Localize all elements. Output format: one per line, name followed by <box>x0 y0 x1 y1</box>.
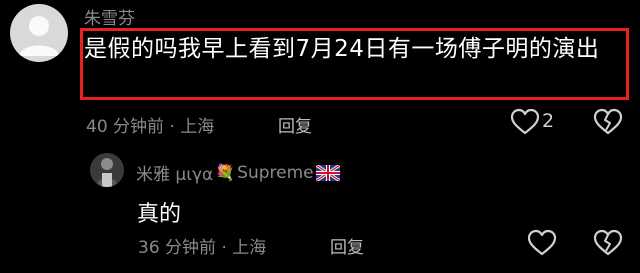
avatar-default[interactable] <box>10 4 68 62</box>
comment-text: 是假的吗我早上看到7月24日有一场傅子明的演出 <box>84 36 600 62</box>
comment-meta: 40 分钟前 · 上海 <box>86 117 215 137</box>
heart-icon[interactable] <box>527 229 557 257</box>
broken-heart-icon[interactable] <box>593 108 623 136</box>
comment-username[interactable]: 朱雪芬 <box>84 4 135 29</box>
reply-meta: 36 分钟前 · 上海 <box>138 238 267 258</box>
like-count: 2 <box>542 110 555 132</box>
uk-flag-icon <box>315 164 340 181</box>
reply-username-suffix: Supreme <box>237 162 314 183</box>
heart-icon[interactable] <box>510 108 540 136</box>
default-user-icon <box>19 16 59 56</box>
broken-heart-icon[interactable] <box>593 229 623 257</box>
user-photo-icon <box>90 153 124 187</box>
reply-button[interactable]: 回复 <box>278 112 312 137</box>
flower-emoji: 💐 <box>215 163 236 182</box>
reply-button-2[interactable]: 回复 <box>330 233 364 258</box>
reply-username-prefix: 米雅 μιγα <box>136 165 214 185</box>
reply-username[interactable]: 米雅 μιγα 💐 Supreme <box>136 160 340 185</box>
reply-text: 真的 <box>137 202 182 227</box>
avatar-reply-user[interactable] <box>90 153 124 187</box>
